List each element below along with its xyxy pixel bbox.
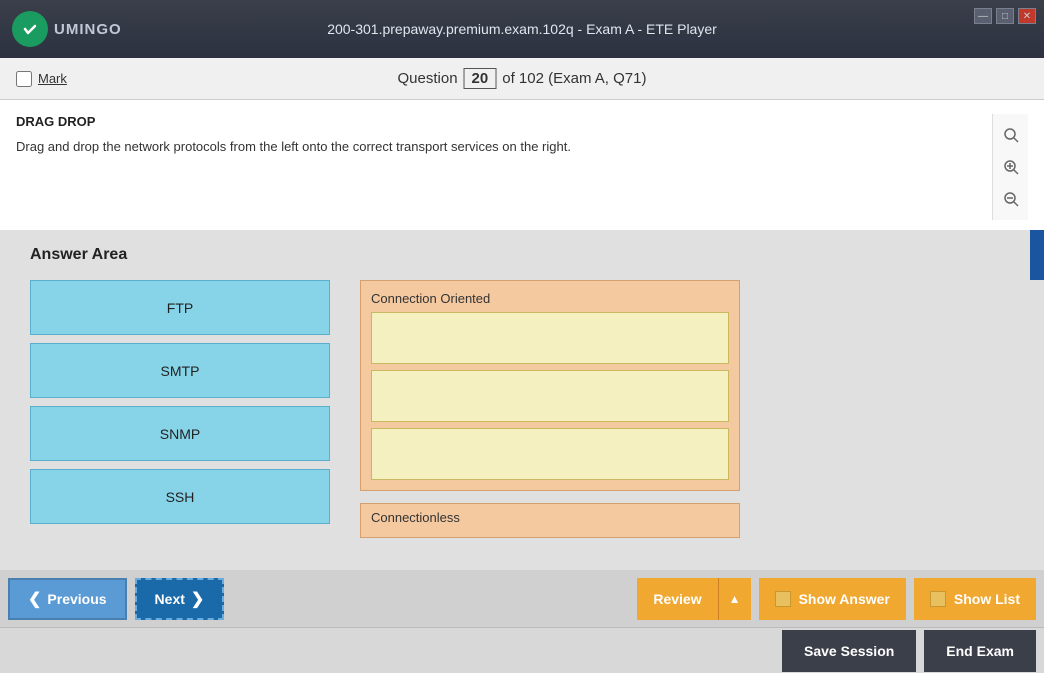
- maximize-button[interactable]: □: [996, 8, 1014, 24]
- show-answer-button[interactable]: Show Answer: [759, 578, 906, 620]
- end-exam-button[interactable]: End Exam: [924, 630, 1036, 672]
- review-label: Review: [653, 591, 701, 607]
- connectionless-group: Connectionless: [360, 503, 740, 538]
- right-areas: Connection Oriented Connectionless: [360, 280, 740, 538]
- review-button-group: Review ▲: [637, 578, 750, 620]
- show-answer-checkbox: [775, 591, 791, 607]
- drag-item-ssh[interactable]: SSH: [30, 469, 330, 524]
- left-items: FTP SMTP SNMP SSH: [30, 280, 330, 538]
- connection-oriented-title: Connection Oriented: [371, 291, 729, 306]
- drag-item-smtp[interactable]: SMTP: [30, 343, 330, 398]
- question-text: Drag and drop the network protocols from…: [16, 137, 992, 157]
- show-list-button[interactable]: Show List: [914, 578, 1036, 620]
- question-total: of 102 (Exam A, Q71): [502, 70, 646, 87]
- answer-area-title: Answer Area: [30, 246, 1000, 264]
- drop-slot-2[interactable]: [371, 370, 729, 422]
- minimize-button[interactable]: —: [974, 8, 992, 24]
- question-area: DRAG DROP Drag and drop the network prot…: [0, 100, 1044, 230]
- question-label: Question: [398, 70, 458, 87]
- save-session-button[interactable]: Save Session: [782, 630, 916, 672]
- bottom-bar-row1: ❮ Previous Next ❯ Review ▲ Show Answer S…: [0, 570, 1044, 628]
- question-info: Question 20 of 102 (Exam A, Q71): [398, 68, 647, 89]
- review-button[interactable]: Review: [637, 578, 718, 620]
- show-list-label: Show List: [954, 591, 1020, 607]
- question-number: 20: [464, 68, 497, 89]
- save-session-label: Save Session: [804, 643, 894, 659]
- scrollbar-thumb[interactable]: [1030, 230, 1044, 280]
- drop-slot-1[interactable]: [371, 312, 729, 364]
- question-type: DRAG DROP: [16, 114, 992, 129]
- drag-item-snmp[interactable]: SNMP: [30, 406, 330, 461]
- bottom-bar-row2: Save Session End Exam: [0, 628, 1044, 673]
- drag-drop-container: FTP SMTP SNMP SSH Connection Oriented Co…: [30, 280, 1000, 538]
- chevron-left-icon: ❮: [28, 589, 41, 609]
- chevron-right-icon: ❯: [191, 589, 204, 609]
- logo: UMINGO: [12, 11, 122, 47]
- next-button[interactable]: Next ❯: [135, 578, 225, 620]
- answer-area-content: Answer Area FTP SMTP SNMP SSH Connection…: [0, 230, 1030, 570]
- window-title: 200-301.prepaway.premium.exam.102q - Exa…: [327, 21, 717, 37]
- zoom-controls: [992, 114, 1028, 220]
- mark-checkbox[interactable]: [16, 71, 32, 87]
- answer-area: Answer Area FTP SMTP SNMP SSH Connection…: [0, 230, 1044, 570]
- drop-slot-3[interactable]: [371, 428, 729, 480]
- toolbar: Mark Question 20 of 102 (Exam A, Q71): [0, 58, 1044, 100]
- show-answer-label: Show Answer: [799, 591, 890, 607]
- scrollbar-track[interactable]: [1030, 230, 1044, 570]
- title-bar: UMINGO 200-301.prepaway.premium.exam.102…: [0, 0, 1044, 58]
- previous-button[interactable]: ❮ Previous: [8, 578, 127, 620]
- mark-label[interactable]: Mark: [38, 71, 67, 86]
- logo-text: UMINGO: [54, 21, 122, 38]
- zoom-out-icon[interactable]: [1000, 188, 1022, 210]
- connectionless-title: Connectionless: [371, 510, 729, 525]
- zoom-in-icon[interactable]: [1000, 156, 1022, 178]
- next-label: Next: [155, 591, 185, 607]
- question-content: DRAG DROP Drag and drop the network prot…: [16, 114, 992, 220]
- mark-checkbox-container: Mark: [16, 71, 67, 87]
- review-dropdown-button[interactable]: ▲: [719, 578, 751, 620]
- window-controls: — □ ✕: [974, 8, 1036, 24]
- previous-label: Previous: [47, 591, 106, 607]
- show-list-checkbox: [930, 591, 946, 607]
- search-icon[interactable]: [1000, 124, 1022, 146]
- chevron-down-icon: ▲: [729, 592, 741, 606]
- end-exam-label: End Exam: [946, 643, 1014, 659]
- close-button[interactable]: ✕: [1018, 8, 1036, 24]
- drag-item-ftp[interactable]: FTP: [30, 280, 330, 335]
- logo-icon: [12, 11, 48, 47]
- connection-oriented-group: Connection Oriented: [360, 280, 740, 491]
